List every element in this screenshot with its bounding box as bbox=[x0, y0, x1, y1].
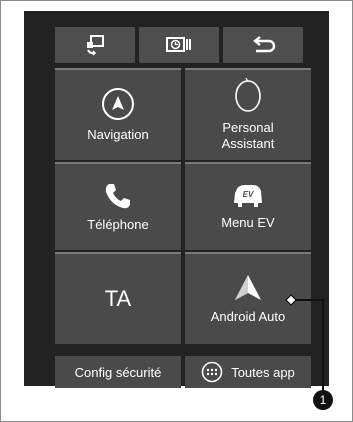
telephone-tile[interactable]: Téléphone bbox=[55, 162, 181, 250]
callout-number-badge: 1 bbox=[313, 390, 333, 410]
callout-leader-horizontal bbox=[296, 299, 323, 301]
phone-icon bbox=[103, 181, 133, 211]
navigation-compass-icon bbox=[101, 87, 135, 121]
assistant-icon bbox=[233, 78, 263, 114]
svg-text:EV: EV bbox=[243, 190, 254, 199]
all-apps-label: Toutes app bbox=[231, 364, 295, 380]
screen-swap-icon bbox=[87, 35, 104, 56]
callout-leader-vertical bbox=[322, 299, 324, 391]
menu-ev-tile[interactable]: EV Menu EV bbox=[185, 162, 311, 250]
personal-assistant-label: Personal Assistant bbox=[222, 120, 275, 152]
back-button[interactable] bbox=[223, 27, 303, 63]
screen-swap-button[interactable] bbox=[55, 27, 135, 63]
telephone-label: Téléphone bbox=[87, 217, 149, 232]
all-apps-button[interactable]: Toutes app bbox=[185, 356, 311, 388]
clock-toggle-button[interactable] bbox=[139, 27, 219, 63]
config-securite-label: Config sécurité bbox=[74, 364, 162, 380]
ev-car-icon: EV bbox=[231, 183, 265, 209]
navigation-label: Navigation bbox=[87, 127, 149, 142]
ta-label: TA bbox=[104, 286, 132, 311]
clock-toggle-icon bbox=[166, 37, 191, 52]
config-securite-button[interactable]: Config sécurité bbox=[55, 356, 181, 388]
menu-ev-label: Menu EV bbox=[221, 215, 275, 230]
personal-assistant-label-line1: Personal bbox=[222, 120, 274, 135]
back-arrow-icon bbox=[253, 36, 276, 53]
navigation-tile[interactable]: Navigation bbox=[55, 68, 181, 160]
ta-tile[interactable]: TA bbox=[55, 252, 181, 344]
android-auto-icon bbox=[232, 273, 264, 303]
infotainment-screen: Navigation Personal Assistant Téléphone … bbox=[24, 11, 329, 388]
personal-assistant-tile[interactable]: Personal Assistant bbox=[185, 68, 311, 160]
android-auto-label: Android Auto bbox=[210, 309, 286, 324]
personal-assistant-label-line2: Assistant bbox=[221, 136, 275, 151]
grid-dots-icon bbox=[201, 361, 223, 383]
